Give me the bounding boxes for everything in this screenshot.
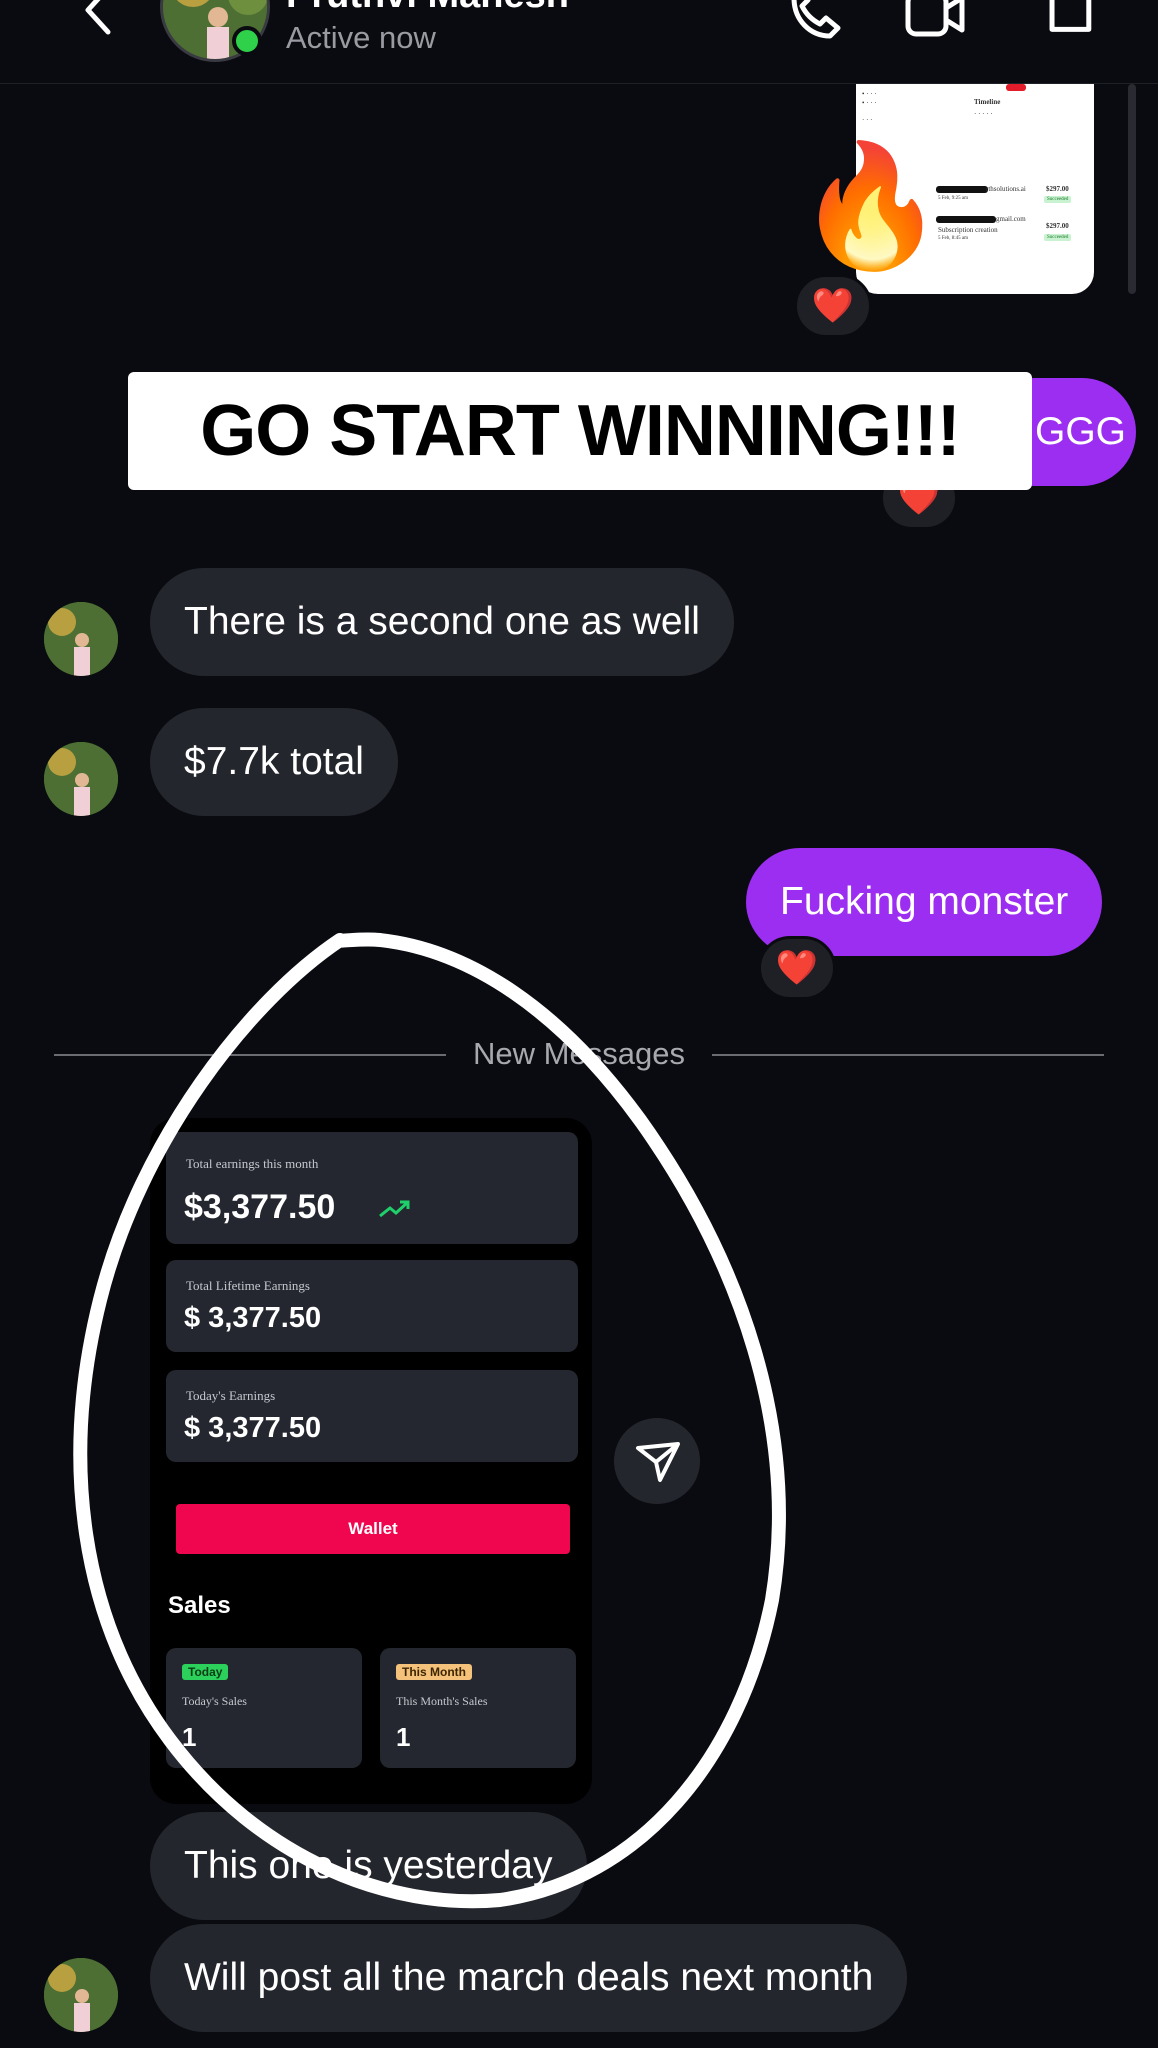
month-earnings-label: Total earnings this month [186,1156,319,1171]
chat-header: Pruthvi Mahesh Active now [0,0,1158,84]
received-message-bubble[interactable]: There is a second one as well [150,568,734,676]
today-earnings-tile: Today's Earnings $ 3,377.50 [166,1370,578,1462]
avatar[interactable] [44,742,118,816]
wallet-button[interactable]: Wallet [176,1504,570,1554]
fire-emoji: 🔥 [796,139,946,273]
chevron-left-icon[interactable] [70,0,130,40]
received-message-bubble[interactable]: Will post all the march deals next month [150,1924,908,2032]
today-sales-label: Today's Sales [182,1694,247,1708]
caption-overlay: GO START WINNING!!! [128,372,1032,490]
month-earnings-tile: Total earnings this month $3,377.50 [166,1132,578,1244]
tag-icon[interactable] [1034,0,1104,46]
heart-reaction[interactable]: ❤️ [758,936,836,1000]
today-earnings-label: Today's Earnings [186,1388,276,1403]
month-badge: This Month [396,1664,472,1680]
sales-heading: Sales [168,1592,231,1619]
month-sales-label: This Month's Sales [396,1694,488,1708]
new-messages-divider: New Messages [473,1036,685,1071]
timeline-label: Timeline [974,98,1001,106]
lifetime-earnings-label: Total Lifetime Earnings [186,1278,310,1293]
avatar[interactable] [44,602,118,676]
shared-image-earnings[interactable]: Total earnings this month $3,377.50 Tota… [150,1118,592,1804]
today-badge: Today [182,1664,229,1680]
received-message-bubble[interactable]: This one is yesterday [150,1812,587,1920]
share-icon[interactable] [614,1418,700,1504]
scrollbar[interactable] [1128,84,1136,294]
lifetime-earnings-tile: Total Lifetime Earnings $ 3,377.50 [166,1260,578,1352]
today-sales-tile: Today Today's Sales 1 [166,1648,362,1768]
heart-reaction[interactable]: ❤️ [794,274,872,338]
month-earnings-value: $3,377.50 [184,1188,336,1226]
received-message-bubble[interactable]: $7.7k total [150,708,398,816]
trend-up-icon [379,1200,410,1218]
video-icon[interactable] [900,0,970,46]
lifetime-earnings-value: $ 3,377.50 [184,1302,322,1334]
contact-status: Active now [286,20,436,55]
today-sales-value: 1 [182,1722,197,1752]
contact-name[interactable]: Pruthvi Mahesh [286,0,569,17]
today-earnings-value: $ 3,377.50 [184,1412,322,1444]
month-sales-tile: This Month This Month's Sales 1 [380,1648,576,1768]
avatar[interactable] [44,1958,118,2032]
month-sales-value: 1 [396,1722,411,1752]
online-indicator [232,26,262,56]
phone-icon[interactable] [780,0,850,46]
